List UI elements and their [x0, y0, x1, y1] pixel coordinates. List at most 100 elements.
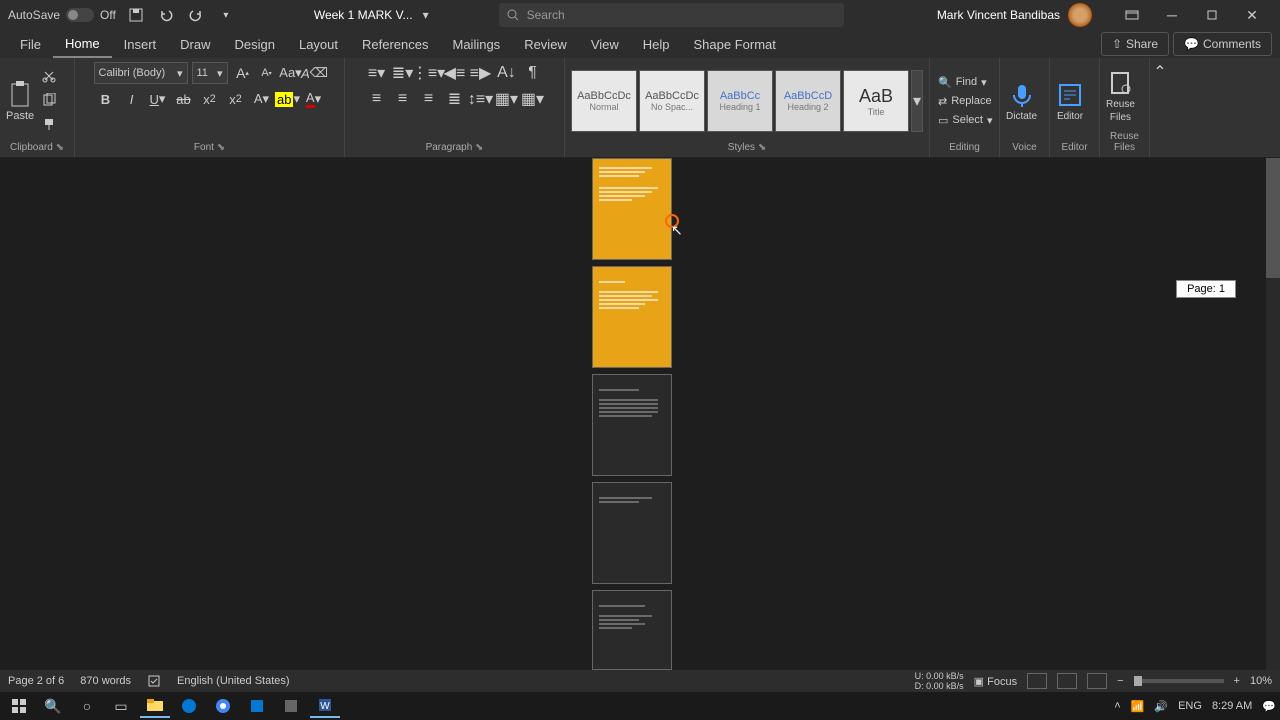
- read-mode-icon[interactable]: [1027, 673, 1047, 689]
- web-layout-icon[interactable]: [1087, 673, 1107, 689]
- find-button[interactable]: 🔍Find▾: [936, 74, 995, 91]
- share-button[interactable]: ⇧Share: [1101, 32, 1169, 56]
- status-page[interactable]: Page 2 of 6: [8, 675, 64, 687]
- zoom-level[interactable]: 10%: [1250, 675, 1272, 687]
- page-thumb-4[interactable]: [592, 482, 672, 584]
- zoom-slider[interactable]: [1134, 679, 1224, 683]
- style-heading1[interactable]: AaBbCcHeading 1: [707, 70, 773, 132]
- focus-mode-button[interactable]: ▣ Focus: [974, 675, 1017, 688]
- reuse-files-button[interactable]: Reuse Files: [1106, 69, 1135, 123]
- select-button[interactable]: ▭Select▾: [936, 112, 995, 129]
- user-avatar[interactable]: [1068, 3, 1092, 27]
- zoom-out-button[interactable]: −: [1117, 675, 1123, 687]
- tray-language[interactable]: ENG: [1178, 700, 1202, 712]
- tab-references[interactable]: References: [350, 32, 440, 57]
- scrollbar-thumb[interactable]: [1266, 158, 1280, 278]
- format-painter-icon[interactable]: [42, 117, 58, 133]
- justify-icon[interactable]: ≣: [443, 88, 467, 110]
- start-button[interactable]: [4, 694, 34, 718]
- edge-icon[interactable]: [174, 694, 204, 718]
- tray-time[interactable]: 8:29 AM: [1212, 700, 1252, 712]
- underline-button[interactable]: U▾: [147, 88, 169, 110]
- autosave-toggle[interactable]: [66, 8, 94, 22]
- print-layout-icon[interactable]: [1057, 673, 1077, 689]
- collapse-ribbon-icon[interactable]: ⌃: [1150, 58, 1170, 157]
- shading-icon[interactable]: ▦▾: [495, 88, 519, 110]
- page-thumb-1[interactable]: ↖: [592, 158, 672, 260]
- style-heading2[interactable]: AaBbCcDHeading 2: [775, 70, 841, 132]
- align-center-icon[interactable]: ≡: [391, 88, 415, 110]
- tab-shape-format[interactable]: Shape Format: [682, 32, 788, 57]
- bullets-icon[interactable]: ≡▾: [365, 62, 389, 84]
- clear-formatting-icon[interactable]: A⌫: [304, 62, 326, 84]
- decrease-indent-icon[interactable]: ◀≡: [443, 62, 467, 84]
- text-effects-icon[interactable]: A▾: [251, 88, 273, 110]
- ribbon-display-icon[interactable]: [1112, 0, 1152, 30]
- comments-button[interactable]: 💬Comments: [1173, 32, 1272, 56]
- maximize-button[interactable]: [1192, 0, 1232, 30]
- word-icon[interactable]: W: [310, 694, 340, 718]
- subscript-button[interactable]: x2: [199, 88, 221, 110]
- tab-help[interactable]: Help: [631, 32, 682, 57]
- tab-view[interactable]: View: [579, 32, 631, 57]
- tab-layout[interactable]: Layout: [287, 32, 350, 57]
- align-right-icon[interactable]: ≡: [417, 88, 441, 110]
- highlight-icon[interactable]: ab▾: [277, 88, 299, 110]
- borders-icon[interactable]: ▦▾: [521, 88, 545, 110]
- clipboard-launcher-icon[interactable]: ⬊: [56, 142, 64, 153]
- font-name-select[interactable]: Calibri (Body)▾: [94, 62, 188, 84]
- undo-icon[interactable]: [158, 7, 174, 23]
- tray-network-icon[interactable]: 📶: [1131, 700, 1145, 713]
- copy-icon[interactable]: [42, 93, 58, 109]
- task-view-icon[interactable]: ▭: [106, 694, 136, 718]
- chrome-icon[interactable]: [208, 694, 238, 718]
- styles-launcher-icon[interactable]: ⬊: [758, 142, 766, 153]
- notifications-icon[interactable]: 💬: [1262, 700, 1276, 713]
- paragraph-launcher-icon[interactable]: ⬊: [475, 142, 483, 153]
- tab-review[interactable]: Review: [512, 32, 579, 57]
- page-thumb-5[interactable]: [592, 590, 672, 670]
- file-explorer-icon[interactable]: [140, 694, 170, 718]
- minimize-button[interactable]: ─: [1152, 0, 1192, 30]
- tray-volume-icon[interactable]: 🔊: [1154, 700, 1168, 713]
- dictate-button[interactable]: Dictate: [1006, 81, 1037, 122]
- tab-mailings[interactable]: Mailings: [441, 32, 513, 57]
- styles-more-icon[interactable]: ▾: [911, 70, 923, 132]
- app-icon-2[interactable]: [276, 694, 306, 718]
- tab-insert[interactable]: Insert: [112, 32, 169, 57]
- font-size-select[interactable]: 11▾: [192, 62, 228, 84]
- tab-home[interactable]: Home: [53, 31, 112, 58]
- status-words[interactable]: 870 words: [80, 675, 131, 687]
- cortana-icon[interactable]: ○: [72, 694, 102, 718]
- page-thumb-2[interactable]: [592, 266, 672, 368]
- style-title[interactable]: AaBTitle: [843, 70, 909, 132]
- tray-expand-icon[interactable]: ˄: [1114, 700, 1120, 712]
- italic-button[interactable]: I: [121, 88, 143, 110]
- qat-dropdown-icon[interactable]: ▾: [218, 7, 234, 23]
- editor-button[interactable]: Editor: [1056, 81, 1084, 122]
- spellcheck-icon[interactable]: [147, 674, 161, 688]
- cut-icon[interactable]: [42, 69, 58, 85]
- redo-icon[interactable]: [188, 7, 204, 23]
- tab-file[interactable]: File: [8, 32, 53, 57]
- page-thumb-3[interactable]: [592, 374, 672, 476]
- search-input[interactable]: Search: [499, 3, 844, 27]
- align-left-icon[interactable]: ≡: [365, 88, 389, 110]
- style-no-spacing[interactable]: AaBbCcDcNo Spac...: [639, 70, 705, 132]
- save-icon[interactable]: [128, 7, 144, 23]
- strikethrough-button[interactable]: ab: [173, 88, 195, 110]
- tab-draw[interactable]: Draw: [168, 32, 222, 57]
- style-normal[interactable]: AaBbCcDcNormal: [571, 70, 637, 132]
- change-case-icon[interactable]: Aa▾: [280, 62, 302, 84]
- close-button[interactable]: ✕: [1232, 0, 1272, 30]
- document-canvas[interactable]: ↖: [0, 158, 1280, 692]
- zoom-in-button[interactable]: +: [1234, 675, 1240, 687]
- font-color-icon[interactable]: A▾: [303, 88, 325, 110]
- bold-button[interactable]: B: [95, 88, 117, 110]
- superscript-button[interactable]: x2: [225, 88, 247, 110]
- show-marks-icon[interactable]: ¶: [521, 62, 545, 84]
- increase-font-icon[interactable]: A▴: [232, 62, 254, 84]
- sort-icon[interactable]: A↓: [495, 62, 519, 84]
- replace-button[interactable]: ⇄Replace: [936, 93, 995, 110]
- paste-button[interactable]: Paste: [6, 80, 34, 122]
